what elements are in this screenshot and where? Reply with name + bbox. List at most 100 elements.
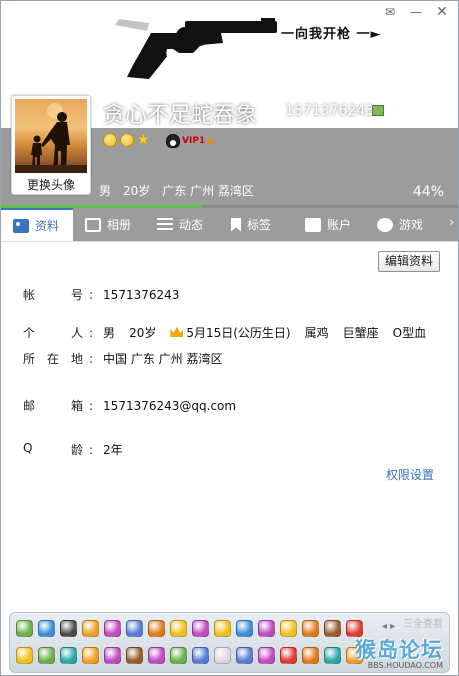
age: 20岁 (123, 184, 151, 198)
avatar[interactable] (15, 99, 87, 173)
game-icon[interactable] (60, 647, 77, 664)
tab-label: 资料 (35, 219, 60, 233)
gender-value: 男 (103, 326, 116, 340)
space-icon[interactable] (38, 647, 55, 664)
vip-badge: VIP1 (182, 136, 206, 146)
qage-value: 2年 (103, 443, 123, 457)
diamond-icon[interactable] (192, 620, 209, 637)
qq-penguin-icon[interactable] (16, 620, 33, 637)
tray-row-top (16, 620, 363, 637)
vip-group[interactable]: VIP1 ▲ (166, 134, 214, 148)
pet-icon[interactable] (104, 647, 121, 664)
book-icon[interactable] (258, 620, 275, 637)
change-avatar-button[interactable]: 更换头像 (12, 176, 90, 193)
video-icon[interactable] (148, 647, 165, 664)
game-icon[interactable] (324, 647, 341, 664)
field-personal: 个 人 : 男 20岁 5月15日(公历生日) 属鸡 巨蟹座 O型血 (23, 324, 427, 341)
edit-profile-button[interactable]: 编辑资料 (378, 251, 440, 272)
pet-icon[interactable] (60, 620, 77, 637)
heart-icon[interactable] (126, 620, 143, 637)
qq-number: 1571376243 (285, 103, 375, 119)
shield-icon[interactable] (148, 620, 165, 637)
mail-icon[interactable] (126, 647, 143, 664)
tab-label: 标签 (247, 218, 272, 232)
minimize-icon[interactable]: — (404, 3, 428, 21)
watermark: 三全查看 猴岛论坛 BBS.HOUDAO.COM (355, 619, 443, 670)
email-value: 1571376243@qq.com (103, 398, 237, 413)
field-label: 所 在 地 (23, 352, 83, 366)
mail-icon[interactable] (258, 647, 275, 664)
tab-bar: 资料 相册 动态 标签 账户 游戏 › (1, 208, 458, 241)
music-icon[interactable] (82, 620, 99, 637)
tab-profile[interactable]: 资料 (1, 208, 73, 241)
crown-icon (170, 327, 184, 337)
completion-percent: 44% (412, 184, 444, 200)
music-icon[interactable] (82, 647, 99, 664)
field-qage: Q 龄 : 2年 (23, 441, 123, 457)
field-location: 所 在 地 : 中国 广东 广州 荔湾区 (23, 351, 223, 367)
lips-icon[interactable] (38, 620, 55, 637)
constellation-value: 巨蟹座 (342, 326, 379, 340)
verified-card-icon[interactable] (372, 105, 384, 116)
personal-info: 男 20岁 5月15日(公历生日) 属鸡 巨蟹座 O型血 (103, 324, 426, 341)
revolver-banner-image (115, 18, 277, 79)
star-icon[interactable] (16, 647, 33, 664)
smile-icon[interactable] (103, 133, 117, 147)
profile-summary: 男 20岁 广东 广州 荔湾区 (99, 182, 254, 199)
orange-icon[interactable] (214, 647, 231, 664)
zodiac-value: 属鸡 (304, 326, 329, 340)
tab-label: 相册 (107, 218, 132, 232)
leaf-icon[interactable] (280, 620, 297, 637)
diamond-icon[interactable] (324, 620, 341, 637)
game-icon (377, 217, 393, 232)
weather-icon[interactable] (280, 647, 297, 664)
blood-value: O型血 (392, 326, 427, 340)
palette-icon[interactable] (302, 647, 319, 664)
paw-icon[interactable] (104, 620, 121, 637)
tab-games[interactable]: 游戏 (365, 208, 437, 241)
skin-icon[interactable]: ✉ (378, 3, 402, 21)
service-icon-tray: ◂ ▸ 三全查看 猴岛论坛 BBS.HOUDAO.COM (9, 612, 450, 673)
tab-feed[interactable]: 动态 (145, 208, 219, 241)
star-icon[interactable]: ★ (137, 133, 150, 147)
diamond-icon[interactable] (302, 620, 319, 637)
field-email: 邮 箱 : 1571376243@qq.com (23, 398, 237, 414)
watermark-url: BBS.HOUDAO.COM (367, 661, 443, 670)
photo-icon (85, 217, 101, 232)
diamond-icon[interactable] (236, 620, 253, 637)
tabs-scroll-right-icon[interactable]: › (449, 215, 454, 229)
field-label: Q 龄 (23, 441, 83, 457)
age-value: 20岁 (129, 326, 157, 340)
window-controls: ✉ — ✕ (378, 3, 454, 21)
tab-tags[interactable]: 标签 (219, 208, 293, 241)
diamond-icon[interactable] (214, 620, 231, 637)
phone-icon[interactable] (170, 620, 187, 637)
bookmark-icon (231, 217, 241, 232)
yellow-diamond-icon[interactable] (192, 647, 209, 664)
mail-icon[interactable] (236, 647, 253, 664)
banner-text: 一向我开枪 一► (281, 27, 382, 42)
field-label: 帐 号 (23, 288, 83, 302)
close-icon[interactable]: ✕ (430, 3, 454, 21)
location: 广东 广州 荔湾区 (162, 184, 254, 198)
wallet-icon (305, 217, 321, 232)
permission-settings-link[interactable]: 权限设置 (386, 466, 434, 483)
nickname: 贪心不足蛇吞象 (103, 103, 258, 128)
avatar-frame: 更换头像 (11, 95, 91, 195)
red-diamond-icon[interactable] (170, 647, 187, 664)
field-label: 个 人 (23, 326, 83, 340)
tray-row-bottom (16, 647, 363, 664)
qq-penguin-icon (166, 134, 180, 148)
profile-header: 一向我开枪 一► ✉ — ✕ 更换头像 贪心不足蛇吞象 1571376243 ★… (1, 1, 458, 208)
tab-album[interactable]: 相册 (73, 208, 145, 241)
field-label: 邮 箱 (23, 399, 83, 413)
profile-content: 编辑资料 帐 号 : 1571376243 个 人 : 男 20岁 5月15日(… (1, 241, 458, 609)
tab-label: 动态 (179, 218, 204, 232)
birthday-value: 5月15日(公历生日) (170, 324, 291, 341)
tab-account[interactable]: 账户 (293, 208, 365, 241)
smile-icon[interactable] (120, 133, 134, 147)
location-value: 中国 广东 广州 荔湾区 (103, 352, 223, 366)
tray-scroll-arrows-icon[interactable]: ◂ ▸ (382, 621, 395, 632)
tab-label: 游戏 (399, 218, 424, 232)
field-account: 帐 号 : 1571376243 (23, 287, 180, 303)
